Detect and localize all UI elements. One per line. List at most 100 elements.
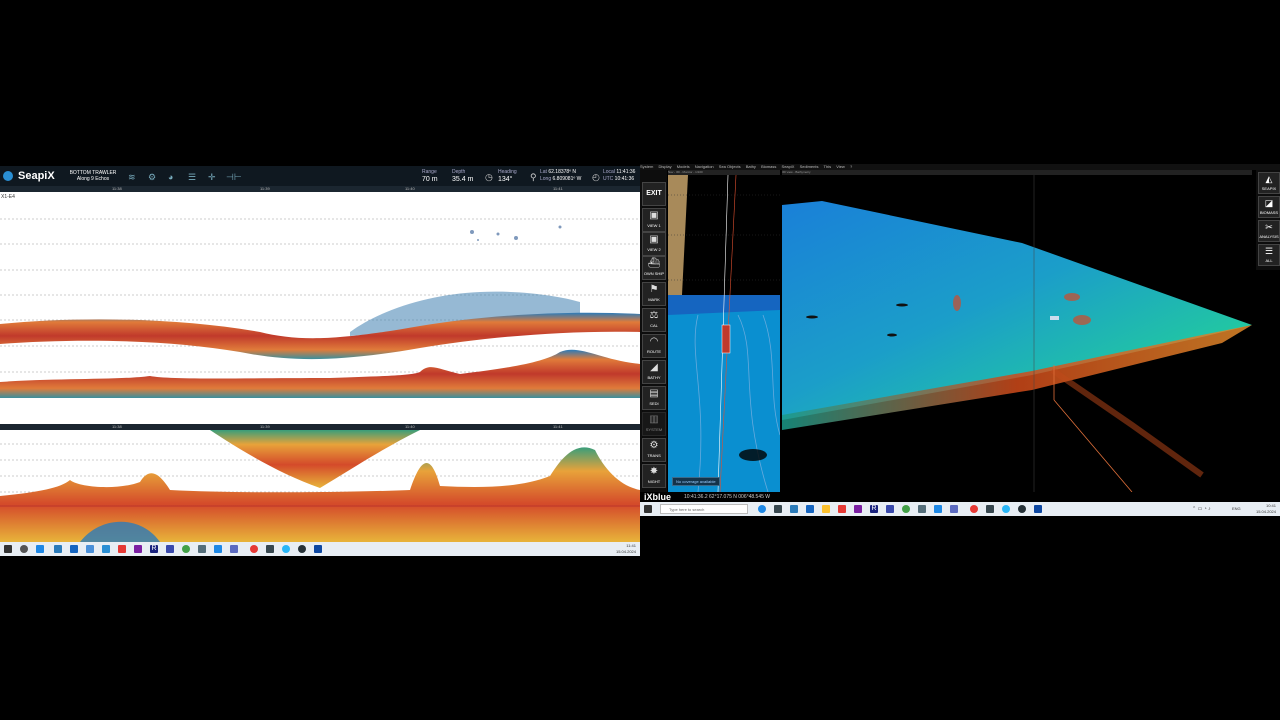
edge-icon[interactable] [758, 505, 766, 513]
view1-button[interactable]: ▣ VIEW 1 [642, 208, 666, 232]
language-indicator[interactable]: ENG [1232, 506, 1241, 511]
app-icon[interactable] [314, 545, 322, 553]
app-icon[interactable] [934, 505, 942, 513]
transform-icon: ⚙ [649, 440, 659, 451]
all-button[interactable]: ☰ ALL [1258, 244, 1280, 266]
opera-icon[interactable] [250, 545, 258, 553]
search-icon[interactable] [20, 545, 28, 553]
menu-item[interactable]: This [824, 164, 832, 169]
app-icon[interactable] [950, 505, 958, 513]
tray-icons[interactable]: ⌃ ▭ ◔ ♪ [1192, 506, 1211, 512]
navigation-view[interactable] [668, 175, 780, 492]
app-icon[interactable] [854, 505, 862, 513]
view2-button[interactable]: ▣ VIEW 2 [642, 232, 666, 256]
chrome-icon[interactable] [902, 505, 910, 513]
menu-item[interactable]: Display [658, 164, 671, 169]
menu-item[interactable]: Navigation [695, 164, 714, 169]
start-icon[interactable] [644, 505, 652, 513]
store-icon[interactable] [790, 505, 798, 513]
waves-icon[interactable]: ≋ [128, 172, 136, 183]
menu-item[interactable]: Sea Objects [719, 164, 741, 169]
gear-icon[interactable]: ⚙ [148, 172, 156, 183]
menu-item[interactable]: Bathy [746, 164, 756, 169]
chrome-icon[interactable] [182, 545, 190, 553]
app-icon[interactable] [166, 545, 174, 553]
menu-item[interactable]: SeapiX [782, 164, 795, 169]
palette-icon[interactable]: ◕ [168, 172, 173, 182]
menu-item[interactable]: Sediments [800, 164, 819, 169]
mark-button[interactable]: ⚑ MARK [642, 282, 666, 306]
calibrate-icon: ⚖ [649, 310, 659, 321]
night-button[interactable]: ✸ NIGHT [642, 464, 666, 488]
media-icon[interactable] [1018, 505, 1026, 513]
analysis-button[interactable]: ✂ ANALYSIS [1258, 220, 1280, 242]
app-icon[interactable] [1034, 505, 1042, 513]
lat-value: 62.18378º N [548, 169, 577, 175]
app-icon[interactable] [1002, 505, 1010, 513]
app-icon[interactable] [266, 545, 274, 553]
coverage-message: No coverage available [672, 477, 720, 486]
taskbar-search[interactable]: Type here to search [660, 504, 748, 514]
app-name: SeapiX [18, 170, 55, 182]
media-icon[interactable] [298, 545, 306, 553]
biomass-button[interactable]: ◪ BIOMASS [1258, 196, 1280, 218]
app-icon[interactable] [282, 545, 290, 553]
app-icon[interactable] [838, 505, 846, 513]
lower-echogram[interactable] [0, 430, 640, 542]
app-icon[interactable] [886, 505, 894, 513]
system-button[interactable]: ▥ SYSTEM [642, 412, 666, 436]
button-label: CAL [650, 323, 658, 328]
app-icon[interactable] [134, 545, 142, 553]
menu-item[interactable]: Models [677, 164, 690, 169]
button-label: VIEW 1 [647, 223, 661, 228]
fan-icon: ◭ [1265, 174, 1273, 184]
upper-echogram[interactable] [0, 192, 640, 424]
files-icon[interactable] [86, 545, 94, 553]
trawl-net-echo [210, 430, 420, 488]
seapix-button[interactable]: ◭ SEAPIX [1258, 172, 1280, 194]
route-button[interactable]: ◠ ROUTE [642, 334, 666, 358]
mode-selector[interactable]: BOTTOM TRAWLER Along 9 Echos [68, 170, 118, 182]
crosshair-icon[interactable]: ✛ [208, 172, 216, 183]
heading-label: Heading [498, 169, 517, 175]
button-label: MARK [648, 297, 660, 302]
r-app-icon[interactable]: R [150, 545, 158, 553]
edge-icon[interactable] [36, 545, 44, 553]
menu-item[interactable]: Biomass [761, 164, 776, 169]
trans-button[interactable]: ⚙ TRANS [642, 438, 666, 462]
heading-value: 134° [498, 176, 513, 183]
opera-icon[interactable] [970, 505, 978, 513]
bathymetry-3d-view[interactable] [782, 175, 1280, 492]
button-label: OWN SHIP [643, 271, 665, 276]
range-icon[interactable]: ⊣⊢ [226, 172, 242, 183]
app-icon[interactable] [102, 545, 110, 553]
app-icon[interactable] [198, 545, 206, 553]
list-icon[interactable]: ☰ [188, 172, 196, 183]
cal-button[interactable]: ⚖ CAL [642, 308, 666, 332]
app-icon[interactable] [214, 545, 222, 553]
seapix-header: SeapiX BOTTOM TRAWLER Along 9 Echos ≋ ⚙ … [0, 166, 640, 186]
range-label: Range [422, 169, 437, 175]
app-icon[interactable] [986, 505, 994, 513]
r-app-icon[interactable]: R [870, 505, 878, 513]
folder-icon[interactable] [822, 505, 830, 513]
exit-button[interactable]: EXIT [642, 182, 666, 206]
app-icon[interactable] [230, 545, 238, 553]
own-ship-button[interactable]: ⛴ OWN SHIP [642, 256, 666, 280]
task-view-icon[interactable] [774, 505, 782, 513]
night-icon: ✸ [649, 466, 659, 477]
menu-item[interactable]: System [640, 164, 653, 169]
bathy-button[interactable]: ◢ BATHY [642, 360, 666, 384]
chart-icon: ▥ [649, 414, 659, 425]
sedi-button[interactable]: ▤ SEDI [642, 386, 666, 410]
time-tick: 11:41 [553, 186, 563, 191]
start-icon[interactable] [4, 545, 12, 553]
mail-icon[interactable] [806, 505, 814, 513]
store-icon[interactable] [54, 545, 62, 553]
app-icon[interactable] [118, 545, 126, 553]
menu-item[interactable]: View [836, 164, 845, 169]
app-icon[interactable] [918, 505, 926, 513]
mail-icon[interactable] [70, 545, 78, 553]
heading-readout: Heading 134° [498, 169, 517, 184]
menu-item[interactable]: ? [850, 164, 852, 169]
